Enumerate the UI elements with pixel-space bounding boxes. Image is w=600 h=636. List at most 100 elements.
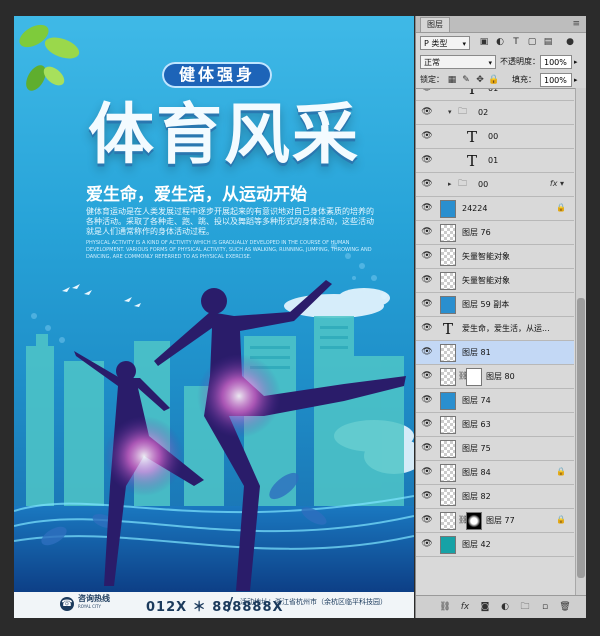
layer-row[interactable]: 👁 图层 76 [416,221,574,245]
layer-thumbnail [440,248,456,266]
visibility-eye-icon[interactable]: 👁 [421,467,433,477]
mask-icon[interactable]: ◙ [478,600,492,614]
layer-row[interactable]: 👁 图层 42 [416,533,574,557]
layer-mask-thumbnail[interactable] [466,512,482,530]
layer-row[interactable]: 👁 ⛓ 图层 77 🔒 [416,509,574,533]
lock-all-icon[interactable]: 🔒 [488,74,500,86]
layer-lock-icon: 🔒 [556,203,566,212]
fx-icon[interactable]: fx [458,600,472,614]
blend-mode-select[interactable]: 正常 ▾ [420,55,496,69]
layer-row[interactable]: 👁 T 01 [416,149,574,173]
layer-row[interactable]: 👁 T 00 [416,125,574,149]
filter-toggle-icon[interactable]: ● [564,36,576,48]
layer-mask-thumbnail[interactable] [466,368,482,386]
folder-icon: 🗀 [458,179,468,189]
poster-title: 体育风采 [88,95,360,173]
layer-name: 00 [488,132,499,141]
layer-name: 图层 80 [486,372,515,381]
layer-list: 👁 T 01 👁 ▾ 🗀 02 👁 T 00 👁 T 01 👁 ▸ 🗀 00 f… [416,88,586,597]
poster-body-cn: 健体育运动是在人类发展过程中逐步开展起来的有意识地对自己身体素质的培养的各种活动… [86,207,374,236]
visibility-eye-icon[interactable]: 👁 [421,107,433,117]
filter-pixel-icon[interactable]: ▣ [478,36,490,48]
text-layer-icon: T [466,88,477,98]
layer-row[interactable]: 👁 图层 63 [416,413,574,437]
layer-name: 图层 74 [462,396,491,405]
filter-row: P 类型 ▾ ▣ ◐ T ▢ ▤ ● [416,34,586,52]
layer-row[interactable]: 👁 图层 74 [416,389,574,413]
visibility-eye-icon[interactable]: 👁 [421,251,433,261]
group-collapsed-chevron-icon[interactable]: ▸ [448,179,452,189]
visibility-eye-icon[interactable]: 👁 [421,371,433,381]
layer-row-selected[interactable]: 👁 图层 81 [416,341,574,365]
panel-menu-icon[interactable]: ≡ [572,17,580,31]
footer-divider: / [227,594,234,615]
layer-effects-icon[interactable]: fx ▾ [550,179,564,189]
layer-row[interactable]: 👁 矢量智能对象 [416,245,574,269]
visibility-eye-icon[interactable]: 👁 [421,515,433,525]
visibility-eye-icon[interactable]: 👁 [421,131,433,141]
layer-thumbnail [440,344,456,362]
light-glow [104,416,184,496]
layer-name: 图层 84 [462,468,491,477]
link-icon[interactable]: ⛓ [438,600,452,614]
layer-row[interactable]: 👁 24224 🔒 [416,197,574,221]
layer-name: 爱生命，爱生活，从运... [462,324,550,333]
layer-row[interactable]: 👁 图层 82 [416,485,574,509]
filter-shape-icon[interactable]: ▢ [526,36,538,48]
visibility-eye-icon[interactable]: 👁 [421,227,433,237]
layer-row[interactable]: 👁 图层 84 🔒 [416,461,574,485]
folder-icon[interactable]: 🗀 [518,600,532,614]
visibility-eye-icon[interactable]: 👁 [421,275,433,285]
layer-row[interactable]: 👁 ▾ 🗀 02 [416,101,574,125]
fill-dropdown-icon[interactable]: ▸ [574,73,578,87]
layer-row[interactable]: 👁 矢量智能对象 [416,269,574,293]
scrollbar-thumb[interactable] [577,298,585,578]
opacity-dropdown-icon[interactable]: ▸ [574,55,578,69]
visibility-eye-icon[interactable]: 👁 [421,443,433,453]
filter-smart-object-icon[interactable]: ▤ [542,36,554,48]
layer-filter-select[interactable]: P 类型 ▾ [420,36,470,50]
filter-adjustment-icon[interactable]: ◐ [494,36,506,48]
opacity-input[interactable]: 100% [540,55,572,69]
layer-row[interactable]: 👁 T 爱生命，爱生活，从运... [416,317,574,341]
layer-row[interactable]: 👁 T 01 [416,88,574,101]
layer-thumbnail [440,464,456,482]
tab-layers[interactable]: 图层 [420,17,450,32]
blend-mode-value: 正常 [424,58,440,67]
text-layer-icon: T [466,152,477,170]
lock-move-icon[interactable]: ✥ [474,74,486,86]
filter-type-icon[interactable]: T [510,36,522,48]
visibility-eye-icon[interactable]: 👁 [421,155,433,165]
visibility-eye-icon[interactable]: 👁 [421,491,433,501]
adjustment-icon[interactable]: ◐ [498,600,512,614]
visibility-eye-icon[interactable]: 👁 [421,89,433,93]
group-expanded-chevron-icon[interactable]: ▾ [448,107,452,117]
layer-thumbnail [440,512,456,530]
poster-body-en: PHYSICAL ACTIVITY IS A KIND OF ACTIVITY … [86,240,372,260]
layer-thumbnail [440,416,456,434]
new-layer-icon[interactable]: ▫ [538,600,552,614]
layer-row[interactable]: 👁 ⛓ 图层 80 [416,365,574,389]
layer-row[interactable]: 👁 图层 59 副本 [416,293,574,317]
document-canvas[interactable]: 健体强身 体育风采 爱生命，爱生活，从运动开始 健体育运动是在人类发展过程中逐步… [14,16,414,618]
visibility-eye-icon[interactable]: 👁 [421,539,433,549]
trash-icon[interactable]: 🗑 [558,600,572,614]
layer-name: 图层 77 [486,516,515,525]
visibility-eye-icon[interactable]: 👁 [421,323,433,333]
visibility-eye-icon[interactable]: 👁 [421,395,433,405]
layer-lock-icon: 🔒 [556,467,566,476]
layer-row[interactable]: 👁 图层 75 [416,437,574,461]
visibility-eye-icon[interactable]: 👁 [421,347,433,357]
visibility-eye-icon[interactable]: 👁 [421,203,433,213]
lock-paint-icon[interactable]: ✎ [460,74,472,86]
layer-name: 01 [488,156,499,165]
layer-list-scrollbar[interactable] [575,88,586,596]
visibility-eye-icon[interactable]: 👁 [421,299,433,309]
visibility-eye-icon[interactable]: 👁 [421,179,433,189]
layer-row[interactable]: 👁 ▸ 🗀 00 fx ▾ [416,173,574,197]
lock-transparent-icon[interactable]: ▦ [446,74,458,86]
visibility-eye-icon[interactable]: 👁 [421,419,433,429]
layer-name: 02 [478,108,489,117]
fill-input[interactable]: 100% [540,73,572,87]
poster-footer: ☎ 咨询热线 ROYAL CITY 012X ＊ 888888X / 活动地址：… [14,592,414,618]
